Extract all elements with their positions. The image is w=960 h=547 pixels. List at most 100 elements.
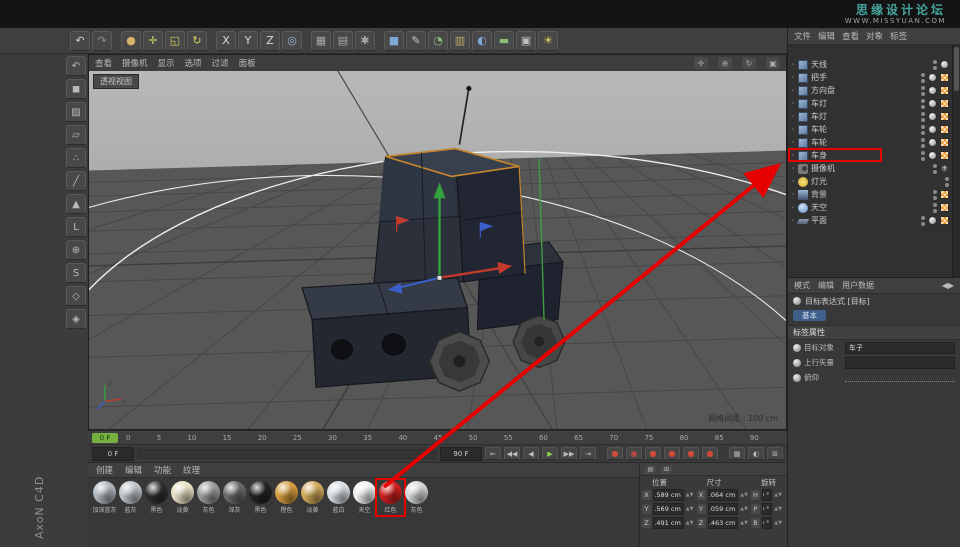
om-menu-objects[interactable]: 对象 [866,30,883,42]
material-item[interactable]: 黑色 [144,481,169,514]
record-rotation-button[interactable]: ● [683,447,699,460]
material-sphere[interactable] [223,481,246,504]
material-sphere[interactable] [145,481,168,504]
phong-tag-icon[interactable] [928,125,937,134]
visibility-toggles[interactable] [920,215,925,226]
light-object-button[interactable]: ☀ [538,30,558,51]
render-view-button[interactable]: ▦ [311,30,331,51]
visibility-toggles[interactable] [932,202,937,213]
material-sphere[interactable] [275,481,298,504]
viewport-menu-display[interactable]: 显示 [158,57,175,69]
phong-tag-icon[interactable] [928,99,937,108]
snap-settings-button[interactable]: S [66,263,86,283]
front-wheel[interactable] [428,330,491,393]
stepper[interactable]: ▲▼ [686,507,694,512]
coordinates-menu-icon[interactable]: ▤ [645,464,656,474]
phong-tag-icon[interactable] [928,151,937,160]
rotation-p-field[interactable]: 0 ° [762,503,773,515]
material-item[interactable]: 蓝白 [326,481,351,514]
phong-tag-icon[interactable] [928,86,937,95]
stepper[interactable]: ▲▼ [740,521,748,526]
texture-tag-icon[interactable] [940,125,949,134]
pan-view-icon[interactable]: ✛ [694,57,708,69]
visibility-toggles[interactable] [932,163,937,174]
selected-tag-item[interactable]: 目标表达式 [目标] [788,294,960,308]
key-interpolation-step-button[interactable]: ⊞ [767,447,783,460]
visibility-toggles[interactable] [932,59,937,70]
viewport-menu-options[interactable]: 选项 [185,57,202,69]
object-row-background[interactable]: ∘ 背景 [788,188,952,201]
scale-tool-button[interactable]: ◱ [165,30,185,51]
rotate-view-icon[interactable]: ↻ [742,57,756,69]
target-tag-icon[interactable]: + [940,164,949,173]
om-menu-file[interactable]: 文件 [794,30,811,42]
object-row-headlight[interactable]: ∘ 车灯 [788,110,952,123]
camera-object-button[interactable]: ▣ [516,30,536,51]
key-interpolation-linear-button[interactable]: ◐ [748,447,764,460]
scene-wrap[interactable]: y x 透视视图 网格间距 : 100 cm [89,71,786,429]
record-keyframe-button[interactable]: ● [607,447,623,460]
coordinate-system-button[interactable]: ◎ [282,30,302,51]
texture-tag-icon[interactable] [940,190,949,199]
perspective-viewport[interactable]: 查看 摄像机 显示 选项 过滤 面板 ✛ ⊕ ↻ ▣ y x 透视视图 网格间距… [88,54,787,430]
visibility-toggles[interactable] [920,98,925,109]
material-sphere[interactable] [171,481,194,504]
material-item[interactable]: 橙色 [274,481,299,514]
visibility-toggles[interactable] [920,137,925,148]
go-to-start-button[interactable]: ⇤ [485,447,501,460]
toggle-view-icon[interactable]: ▣ [766,57,780,69]
magnet-tool-button[interactable]: ◈ [66,309,86,329]
viewport-menu-cameras[interactable]: 摄像机 [122,57,148,69]
material-item[interactable]: 加深蓝灰 [92,481,117,514]
texture-tag-icon[interactable] [940,73,949,82]
stepper[interactable]: ▲▼ [740,507,748,512]
material-menu-edit[interactable]: 编辑 [125,464,142,476]
rear-wheel[interactable] [512,314,566,369]
texture-tag-icon[interactable] [940,112,949,121]
view-label[interactable]: 透视视图 [93,74,139,89]
material-sphere[interactable] [379,481,402,504]
viewport-menu-view[interactable]: 查看 [95,57,112,69]
points-mode-button[interactable]: ∴ [66,148,86,168]
go-to-end-button[interactable]: ⇥ [580,447,596,460]
stepper[interactable]: ▲▼ [740,493,748,498]
key-interpolation-spline-button[interactable]: ▦ [729,447,745,460]
stepper[interactable]: ▲▼ [774,493,782,498]
zoom-view-icon[interactable]: ⊕ [718,57,732,69]
spline-pen-button[interactable]: ✎ [406,30,426,51]
scrollbar-thumb[interactable] [954,47,959,91]
previous-frame-button[interactable]: ◀ [523,447,539,460]
object-row-plane[interactable]: ∘ 平面 [788,214,952,227]
phong-tag-icon[interactable] [928,138,937,147]
object-row-car-body-selected[interactable]: ∘ 车身 [788,148,952,162]
phong-tag-icon[interactable] [940,60,949,69]
material-menu-texture[interactable]: 纹理 [183,464,200,476]
stepper[interactable]: ▲▼ [686,521,694,526]
material-sphere[interactable] [249,481,272,504]
object-row-camera[interactable]: ∘ 摄像机 + [788,162,952,175]
object-row-handle[interactable]: ∘ 把手 [788,71,952,84]
material-sphere[interactable] [405,481,428,504]
material-menu-create[interactable]: 创建 [96,464,113,476]
tab-edit[interactable]: 编辑 [818,280,834,291]
material-sphere[interactable] [197,481,220,504]
visibility-toggles[interactable] [920,111,925,122]
timeline-ruler[interactable]: 0 F 0 5 10 15 20 25 30 35 40 45 50 55 60 65 70 75 80 85 90 [88,430,787,444]
tabs-nav-arrows[interactable]: ◀▶ [942,281,954,290]
timeline-scrollbar[interactable] [137,448,437,459]
basic-tab-chip[interactable]: 基本 [793,310,826,321]
stepper[interactable]: ▲▼ [774,521,782,526]
om-menu-view[interactable]: 查看 [842,30,859,42]
visibility-toggles[interactable] [920,72,925,83]
material-item[interactable]: 天空 [352,481,377,514]
material-item[interactable]: 深灰 [222,481,247,514]
up-vector-value[interactable] [845,356,955,369]
phong-tag-icon[interactable] [928,112,937,121]
axis-mode-button[interactable]: L [66,217,86,237]
material-sphere[interactable] [119,481,142,504]
material-sphere[interactable] [93,481,116,504]
material-item[interactable]: 黑色 [248,481,273,514]
rotation-h-field[interactable]: 0 ° [762,489,773,501]
texture-tag-icon[interactable] [940,86,949,95]
visibility-toggles[interactable] [932,189,937,200]
